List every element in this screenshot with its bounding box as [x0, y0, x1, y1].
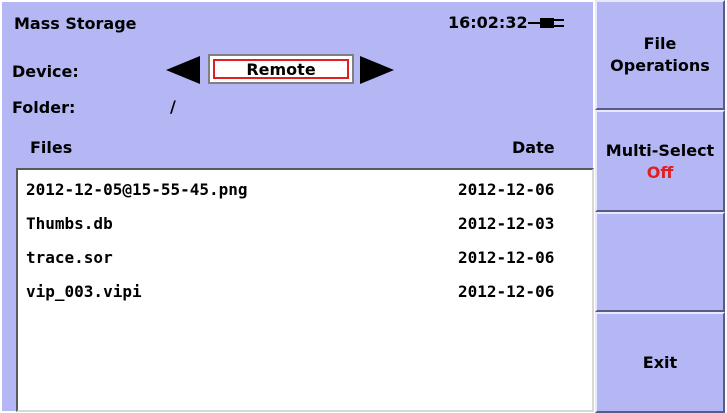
- file-operations-label-2: Operations: [610, 56, 710, 75]
- file-date: 2012-12-06: [458, 248, 555, 267]
- file-name: Thumbs.db: [26, 214, 113, 233]
- column-header-files[interactable]: Files: [30, 138, 72, 157]
- file-name: trace.sor: [26, 248, 113, 267]
- device-selector[interactable]: Remote: [208, 54, 354, 84]
- arrow-left-icon[interactable]: [162, 54, 202, 86]
- screen: Mass Storage 16:02:32 Device: Remote Fol…: [0, 0, 727, 413]
- blank-softkey[interactable]: [595, 212, 725, 312]
- power-plug-icon: [528, 18, 564, 28]
- file-name: vip_003.vipi: [26, 282, 142, 301]
- list-item[interactable]: trace.sor 2012-12-06: [18, 242, 592, 276]
- app-title: Mass Storage: [14, 14, 137, 33]
- file-date: 2012-12-03: [458, 214, 555, 233]
- folder-label: Folder:: [12, 98, 76, 117]
- multi-select-label: Multi-Select: [605, 141, 715, 160]
- folder-path: /: [170, 97, 176, 116]
- main-panel: Mass Storage 16:02:32 Device: Remote Fol…: [2, 2, 594, 412]
- exit-button[interactable]: Exit: [595, 312, 725, 413]
- multi-select-state: Off: [646, 163, 674, 182]
- column-header-date[interactable]: Date: [512, 138, 555, 157]
- device-row: Device: Remote: [2, 52, 593, 92]
- exit-label: Exit: [642, 352, 678, 372]
- list-item[interactable]: 2012-12-05@15-55-45.png 2012-12-06: [18, 174, 592, 208]
- file-list[interactable]: 2012-12-05@15-55-45.png 2012-12-06 Thumb…: [16, 168, 594, 412]
- multi-select-button[interactable]: Multi-Select Off: [595, 110, 725, 212]
- file-name: 2012-12-05@15-55-45.png: [26, 180, 248, 199]
- list-item[interactable]: Thumbs.db 2012-12-03: [18, 208, 592, 242]
- arrow-right-icon[interactable]: [358, 54, 398, 86]
- file-date: 2012-12-06: [458, 282, 555, 301]
- list-item[interactable]: vip_003.vipi 2012-12-06: [18, 276, 592, 310]
- softkey-panel: File Operations Multi-Select Off Exit: [595, 0, 727, 413]
- file-date: 2012-12-06: [458, 180, 555, 199]
- file-operations-button[interactable]: File Operations: [595, 0, 725, 110]
- device-value: Remote: [246, 59, 316, 79]
- title-bar: Mass Storage 16:02:32: [8, 10, 588, 36]
- device-label: Device:: [12, 62, 79, 81]
- clock: 16:02:32: [448, 13, 528, 32]
- file-operations-label-1: File: [643, 34, 677, 53]
